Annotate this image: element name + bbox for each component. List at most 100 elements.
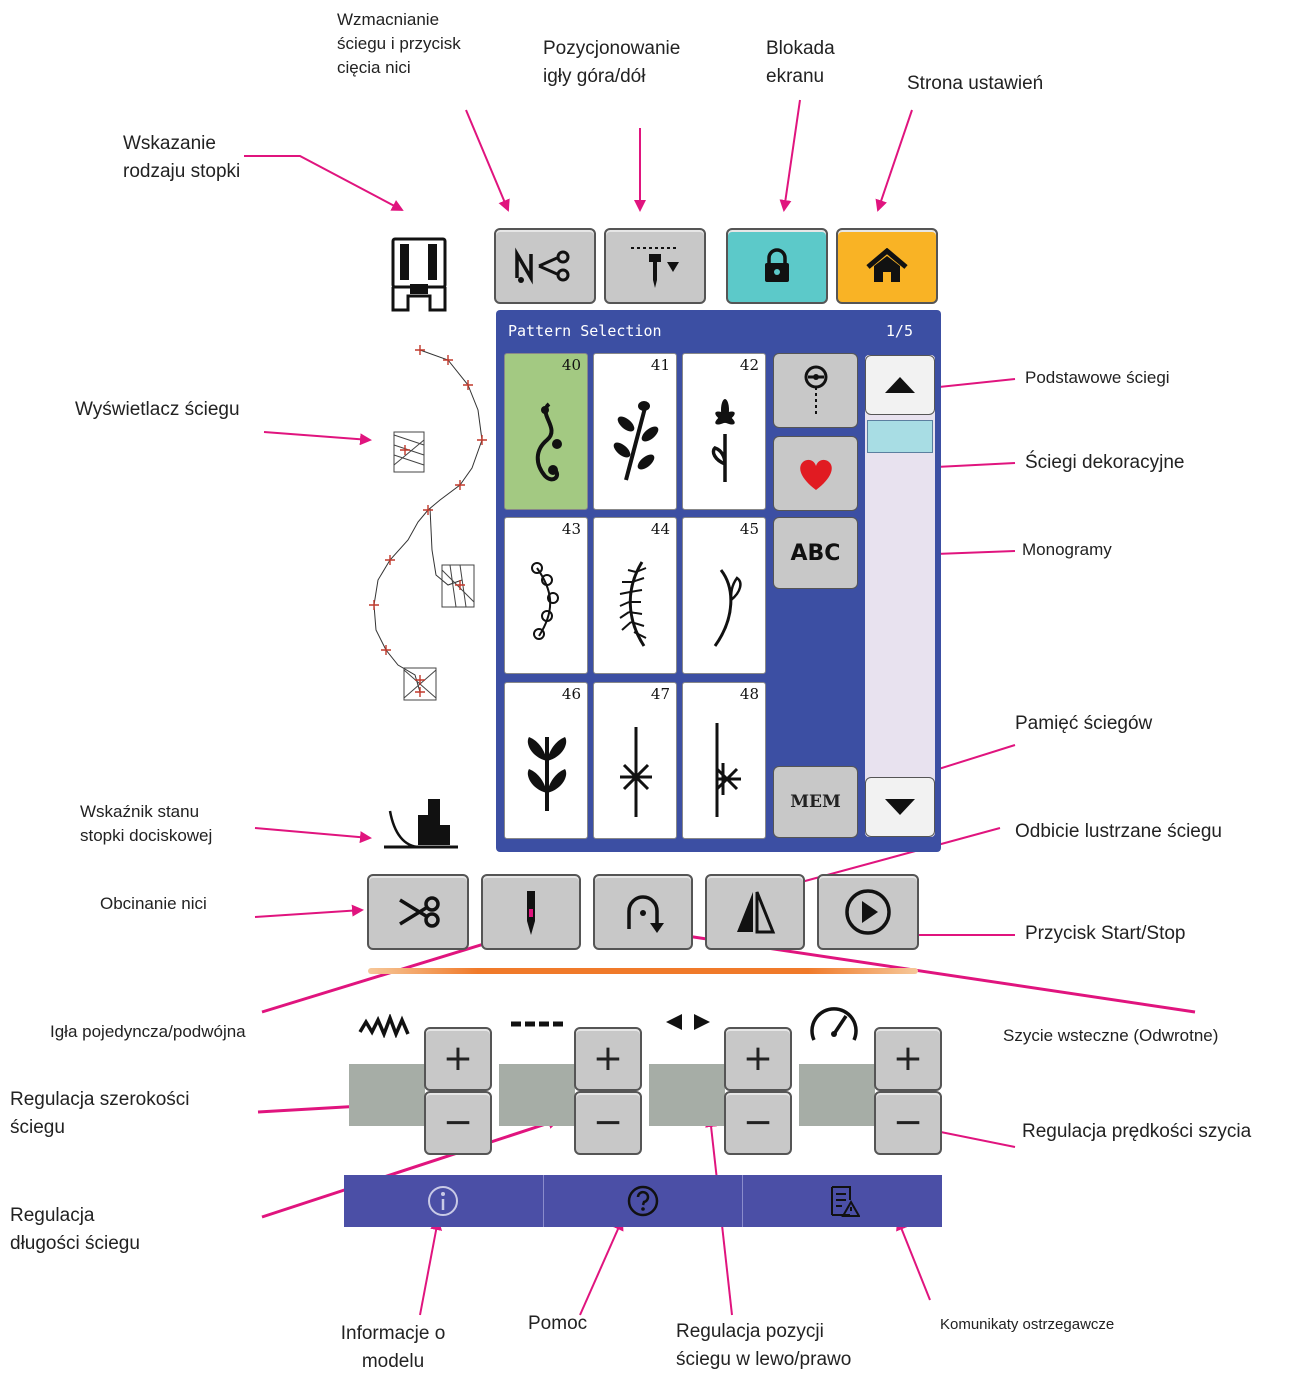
minus-icon: −: [592, 1102, 624, 1143]
presser-foot-icon: [391, 237, 447, 312]
label-reinforce: Wzmacnianie ściegu i przycisk cięcia nic…: [337, 10, 461, 77]
thread-cut-button[interactable]: [367, 874, 469, 950]
position-plus-button[interactable]: +: [724, 1027, 792, 1091]
basic-stitches-button[interactable]: [773, 353, 858, 428]
minus-icon: −: [892, 1102, 924, 1143]
mirror-icon: [737, 891, 776, 934]
width-value-field: [349, 1064, 425, 1126]
label-model-info: Informacje o modelu: [340, 1323, 446, 1372]
info-icon: [428, 1186, 459, 1216]
scroll-thumb[interactable]: [867, 420, 933, 453]
width-minus-button[interactable]: −: [424, 1091, 492, 1155]
pattern-number: 43: [561, 520, 581, 538]
needle-updown-button[interactable]: [604, 228, 706, 304]
pattern-branch-icon: [613, 401, 659, 481]
pattern-number: 41: [650, 356, 670, 374]
label-foot-type: Wskazanie rodzaju stopki: [123, 133, 241, 182]
reverse-icon: [627, 895, 664, 933]
foot-state-icon: [384, 799, 458, 849]
help-button[interactable]: [544, 1175, 744, 1227]
pattern-cell-46[interactable]: 46: [504, 682, 588, 839]
lock-icon: [765, 248, 789, 282]
memory-button[interactable]: MEM: [773, 766, 858, 838]
label-foot-state: Wskaźnik stanu stopki dociskowej: [80, 802, 213, 845]
label-start-stop: Przycisk Start/Stop: [1025, 923, 1186, 944]
pattern-cell-41[interactable]: 41: [593, 353, 677, 510]
settings-home-button[interactable]: [836, 228, 938, 304]
length-plus-button[interactable]: +: [574, 1027, 642, 1091]
length-icon: [511, 1021, 567, 1027]
pattern-cell-43[interactable]: 43: [504, 517, 588, 674]
needle-mode-button[interactable]: [481, 874, 581, 950]
start-stop-button[interactable]: [817, 874, 919, 950]
heart-icon: [799, 459, 832, 490]
length-value-field: [499, 1064, 575, 1126]
label-reverse: Szycie wsteczne (Odwrotne): [1003, 1026, 1219, 1045]
label-thread-cut: Obcinanie nici: [100, 894, 207, 913]
arrow-display: [263, 431, 372, 446]
screen-lock-button[interactable]: [726, 228, 828, 304]
label-stitch-display: Wyświetlacz ściegu: [75, 399, 240, 420]
decorative-stitches-button[interactable]: [773, 436, 858, 511]
label-length: Regulacja długości ściegu: [10, 1205, 140, 1254]
pattern-fern-icon: [619, 561, 647, 647]
label-screen-lock: Blokada ekranu: [766, 38, 835, 87]
arrow-help: [579, 1218, 624, 1316]
pattern-cell-44[interactable]: 44: [593, 517, 677, 674]
pattern-number: 42: [739, 356, 759, 374]
warnings-button[interactable]: [743, 1175, 942, 1227]
pattern-flower-icon: [711, 399, 735, 482]
speed-plus-button[interactable]: +: [874, 1027, 942, 1091]
pattern-cell-48[interactable]: 48: [682, 682, 766, 839]
monogram-abc-text: ABC: [790, 540, 841, 566]
pattern-cell-45[interactable]: 45: [682, 517, 766, 674]
label-speed: Regulacja prędkości szycia: [1022, 1121, 1252, 1142]
pattern-cell-42[interactable]: 42: [682, 353, 766, 510]
mirror-button[interactable]: [705, 874, 805, 950]
scissors-icon: [399, 896, 440, 928]
pattern-half-star-icon: [715, 723, 741, 817]
length-minus-button[interactable]: −: [574, 1091, 642, 1155]
width-plus-button[interactable]: +: [424, 1027, 492, 1091]
arrow-reinforce: [465, 109, 510, 212]
page-indicator: 1/5: [885, 322, 913, 340]
label-position: Regulacja pozycji ściegu w lewo/prawo: [676, 1321, 852, 1370]
needle-icon: [527, 891, 535, 935]
stitch-display: [369, 345, 487, 701]
reinforce-cut-button[interactable]: [494, 228, 596, 304]
home-icon: [866, 248, 908, 282]
speed-icon: [810, 1007, 858, 1041]
needle-updown-icon: [631, 247, 679, 288]
pattern-number: 45: [739, 520, 759, 538]
reverse-sewing-button[interactable]: [593, 874, 693, 950]
scroll-down-icon: [885, 799, 915, 815]
speed-minus-button[interactable]: −: [874, 1091, 942, 1155]
scroll-up-button[interactable]: [865, 355, 935, 415]
label-decorative-stitches: Ściegi dekoracyjne: [1025, 452, 1185, 473]
pattern-cell-40[interactable]: 40: [504, 353, 588, 510]
reinforce-cut-icon: [515, 247, 570, 285]
play-icon: [845, 889, 891, 935]
label-help: Pomoc: [528, 1313, 588, 1334]
pattern-cell-47[interactable]: 47: [593, 682, 677, 839]
position-minus-button[interactable]: −: [724, 1091, 792, 1155]
plus-icon: +: [892, 1038, 924, 1079]
arrow-foot-type: [244, 155, 404, 211]
monograms-button[interactable]: ABC: [773, 517, 858, 589]
label-monograms: Monogramy: [1022, 540, 1112, 559]
pattern-leaves-icon: [527, 737, 567, 811]
model-info-button[interactable]: [344, 1175, 544, 1227]
label-mirror: Odbicie lustrzane ściegu: [1015, 821, 1222, 842]
pattern-swirl-icon: [535, 402, 562, 482]
pattern-number: 48: [739, 685, 759, 703]
plus-icon: +: [742, 1038, 774, 1079]
label-needle-position: Pozycjonowanie igły góra/dół: [543, 38, 681, 87]
label-warnings: Komunikaty ostrzegawcze: [940, 1316, 1115, 1333]
position-value-field: [649, 1064, 725, 1126]
arrow-foot-state: [254, 827, 372, 844]
help-icon: [627, 1185, 659, 1217]
pattern-star-line-icon: [620, 727, 652, 817]
scroll-down-button[interactable]: [865, 777, 935, 837]
pattern-floral-chain-icon: [531, 562, 559, 640]
arrow-width: [257, 1100, 364, 1114]
